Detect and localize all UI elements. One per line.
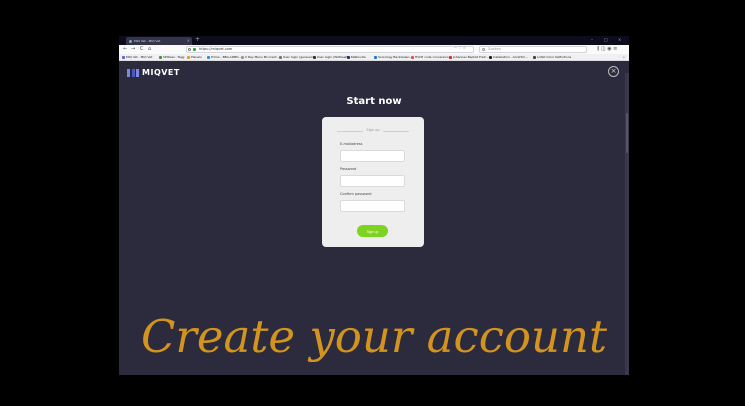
site-info-icon[interactable]	[188, 48, 191, 51]
browser-tab-bar: MIQ Vet - MIQ Vet × + – □ ×	[119, 36, 629, 45]
bookmark-favicon-icon	[207, 55, 210, 59]
bookmark-item[interactable]: User login (WiltheeM...	[313, 54, 351, 60]
bookmark-label: X Ray Menu Microsof...	[245, 55, 279, 59]
bookmark-label: MIQ Vet - MIQ Vet	[126, 55, 153, 59]
window-close-icon[interactable]: ×	[618, 36, 621, 44]
search-placeholder: Zoeken	[488, 47, 501, 51]
password-field[interactable]	[340, 175, 405, 187]
confirm-password-field[interactable]	[340, 200, 405, 212]
bookmark-favicon-icon	[187, 55, 190, 59]
bookmark-item[interactable]: Sociology BackGalen...	[374, 54, 412, 60]
bookmark-favicon-icon	[489, 55, 492, 59]
lock-icon	[193, 48, 196, 51]
screen-recording-frame: MIQ Vet - MIQ Vet × + – □ × ← → C ⌂ http…	[119, 36, 629, 375]
bookmark-favicon-icon	[449, 55, 452, 59]
bookmark-item[interactable]: Planelo	[187, 54, 202, 60]
bookmark-favicon-icon	[533, 55, 536, 59]
bookmark-item[interactable]: X Ray Menu Microsof...	[241, 54, 279, 60]
bookmark-favicon-icon	[374, 55, 377, 59]
video-caption-overlay: Create your account	[140, 310, 608, 363]
bookmark-favicon-icon	[241, 55, 244, 59]
form-legend: Sign up	[322, 128, 424, 133]
minimize-icon[interactable]: –	[591, 36, 593, 44]
bookmark-item[interactable]: Lofelt Color Definitions	[533, 54, 571, 60]
bookmark-item[interactable]: Installation - AcreHim...	[489, 54, 528, 60]
bookmark-item[interactable]: Johannes Baptist Freit...	[449, 54, 489, 60]
back-icon[interactable]: ←	[123, 45, 127, 54]
maximize-icon[interactable]: □	[604, 36, 608, 44]
bookmark-favicon-icon	[411, 55, 414, 59]
sign-up-button[interactable]: Sign up	[357, 225, 388, 237]
bookmark-item[interactable]: HVCE code conversion...	[411, 54, 452, 60]
bookmark-label: Prime - BBA.ADBD...	[211, 55, 242, 59]
bookmark-item[interactable]: MIQ Vet - MIQ Vet	[122, 54, 152, 60]
close-icon[interactable]: ×	[608, 66, 619, 77]
bookmark-favicon-icon	[313, 55, 316, 59]
email-label: E-mailadress	[340, 142, 363, 146]
bookmark-item[interactable]: SPIDael - Tagg	[159, 54, 184, 60]
bookmark-label: Lofelt Color Definitions	[537, 55, 572, 59]
browser-search-input[interactable]: Zoeken	[479, 46, 587, 53]
bookmark-label: Installation - AcreHim...	[493, 55, 529, 59]
new-tab-button[interactable]: +	[195, 36, 200, 44]
bookmarks-overflow-icon[interactable]: »	[619, 54, 625, 60]
browser-tab[interactable]: MIQ Vet - MIQ Vet ×	[126, 37, 192, 45]
bookmark-label: Johannes Baptist Freit...	[453, 55, 489, 59]
bookmark-item[interactable]: User login (gerauerd)	[279, 54, 315, 60]
url-text: https://miqvet.com	[199, 47, 233, 51]
password-label: Password	[340, 167, 357, 171]
email-field[interactable]	[340, 150, 405, 162]
bookmark-label: SPIDael - Tagg	[163, 55, 185, 59]
signup-card: Sign up E-mailadress Password Confirm pa…	[322, 117, 424, 247]
browser-nav-bar: ← → C ⌂ https://miqvet.com ··· ♡ ☆ Zoeke…	[119, 45, 629, 54]
bookmarks-toolbar: MIQ Vet - MIQ Vet SPIDael - Tagg Planelo Pr…	[119, 54, 629, 61]
bookmark-label: User login (gerauerd)	[283, 55, 316, 59]
forward-icon[interactable]: →	[131, 45, 135, 54]
miqvet-logo-icon	[127, 69, 139, 77]
bookmark-favicon-icon	[279, 55, 282, 59]
bookmark-label: Sociology BackGalen...	[378, 55, 413, 59]
logo-text: MIQVET	[142, 68, 180, 77]
page-title: Start now	[346, 96, 402, 107]
search-icon	[482, 48, 485, 51]
bookmark-favicon-icon	[159, 55, 162, 59]
tab-favicon-icon	[129, 40, 132, 43]
bookmark-label: Planelo	[191, 55, 202, 59]
bookmark-favicon-icon	[122, 55, 125, 59]
page-actions-icons[interactable]: ··· ♡ ☆	[454, 46, 466, 51]
confirm-password-label: Confirm password	[340, 192, 372, 196]
reload-icon[interactable]: C	[140, 45, 144, 54]
tab-close-icon[interactable]: ×	[187, 37, 190, 45]
tab-title: MIQ Vet - MIQ Vet	[134, 39, 161, 43]
miqvet-app: MIQVET × Start now Sign up E-mailadress …	[119, 61, 629, 375]
bookmark-favicon-icon	[347, 55, 350, 59]
toolbar-right-icons[interactable]: ⫼ ◫ ◉ ≡	[597, 45, 617, 54]
bookmark-label: HVCE code conversion...	[415, 55, 452, 59]
bookmark-item[interactable]: Prime - BBA.ADBD...	[207, 54, 241, 60]
bookmark-item[interactable]: MeRoudle	[347, 54, 366, 60]
url-bar[interactable]: https://miqvet.com	[186, 46, 474, 53]
bookmark-label: User login (WiltheeM...	[317, 55, 352, 59]
home-icon[interactable]: ⌂	[148, 45, 151, 54]
bookmark-label: MeRoudle	[351, 55, 366, 59]
